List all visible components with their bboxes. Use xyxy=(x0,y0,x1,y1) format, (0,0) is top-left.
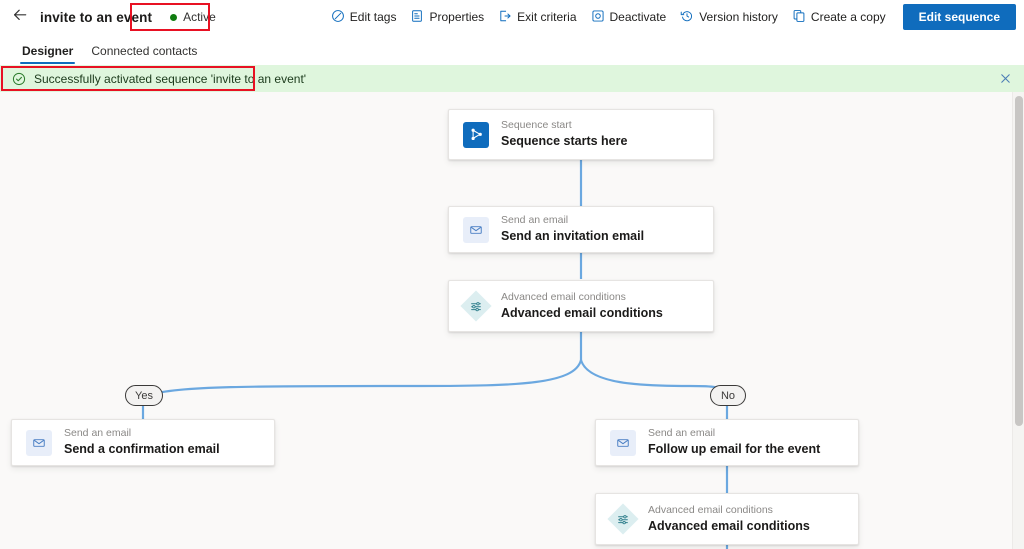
version-history-button[interactable]: Version history xyxy=(673,5,785,30)
email-icon xyxy=(26,429,52,456)
sequence-canvas[interactable]: Sequence start Sequence starts here Send… xyxy=(0,92,1024,549)
history-icon xyxy=(680,9,694,26)
conditions-icon xyxy=(607,503,639,535)
tab-connected-contacts[interactable]: Connected contacts xyxy=(83,41,205,64)
sliders-glyph xyxy=(470,300,483,313)
node-text: Advanced email conditions Advanced email… xyxy=(648,504,810,534)
email-icon xyxy=(610,429,636,456)
status-label: Active xyxy=(183,10,216,24)
node-subtitle: Advanced email conditions xyxy=(501,290,626,303)
node-title: Send an invitation email xyxy=(501,229,645,244)
node-subtitle: Send an email xyxy=(648,427,716,440)
exit-criteria-label: Exit criteria xyxy=(517,10,577,24)
node-icon-wrapper xyxy=(610,429,636,456)
node-icon-wrapper xyxy=(460,290,492,322)
exit-icon xyxy=(498,9,512,26)
sequence-designer-page: invite to an event Active Edit tags Prop… xyxy=(0,0,1024,549)
node-advanced-email-conditions-2[interactable]: Advanced email conditions Advanced email… xyxy=(595,493,859,545)
vertical-scrollbar[interactable] xyxy=(1012,92,1024,549)
notification-bar: Successfully activated sequence 'invite … xyxy=(0,65,1024,92)
node-subtitle: Sequence start xyxy=(501,119,572,132)
edit-tags-button[interactable]: Edit tags xyxy=(324,5,404,30)
node-subtitle: Send an email xyxy=(501,214,569,227)
notification-message: Successfully activated sequence 'invite … xyxy=(34,71,307,86)
deactivate-button[interactable]: Deactivate xyxy=(584,5,674,30)
close-icon[interactable] xyxy=(996,70,1014,88)
node-title: Send a confirmation email xyxy=(64,442,220,457)
back-button[interactable] xyxy=(4,1,36,33)
sliders-glyph xyxy=(617,513,630,526)
status-badge: Active xyxy=(166,8,220,26)
node-sequence-start[interactable]: Sequence start Sequence starts here xyxy=(448,109,714,160)
branch-label-yes[interactable]: Yes xyxy=(125,385,163,406)
command-bar: invite to an event Active Edit tags Prop… xyxy=(0,0,1024,34)
tag-icon xyxy=(331,9,345,26)
properties-label: Properties xyxy=(429,10,485,24)
node-subtitle: Advanced email conditions xyxy=(648,503,773,516)
node-follow-up-email[interactable]: Send an email Follow up email for the ev… xyxy=(595,419,859,466)
create-a-copy-button[interactable]: Create a copy xyxy=(785,5,893,30)
node-title: Follow up email for the event xyxy=(648,442,821,457)
edit-tags-label: Edit tags xyxy=(349,10,397,24)
node-text: Advanced email conditions Advanced email… xyxy=(501,291,663,321)
copy-icon xyxy=(792,9,806,26)
exit-criteria-button[interactable]: Exit criteria xyxy=(491,5,583,30)
properties-button[interactable]: Properties xyxy=(403,5,491,30)
node-advanced-email-conditions-1[interactable]: Advanced email conditions Advanced email… xyxy=(448,280,714,332)
node-icon-wrapper xyxy=(463,216,489,243)
command-bar-actions: Edit tags Properties Exit criteria Deact… xyxy=(324,4,1024,30)
properties-icon xyxy=(410,9,424,26)
node-text: Send an email Send an invitation email xyxy=(501,214,644,244)
page-title: invite to an event xyxy=(40,9,153,25)
sequence-start-icon xyxy=(463,121,489,148)
tab-designer[interactable]: Designer xyxy=(14,41,81,64)
branch-label-no[interactable]: No xyxy=(710,385,746,406)
node-icon-wrapper xyxy=(463,121,489,148)
status-dot-icon xyxy=(170,13,178,21)
node-text: Send an email Follow up email for the ev… xyxy=(648,427,820,457)
node-title: Sequence starts here xyxy=(501,134,628,149)
version-history-label: Version history xyxy=(699,10,778,24)
tab-bar: Designer Connected contacts xyxy=(0,34,1024,64)
deactivate-label: Deactivate xyxy=(609,10,667,24)
node-subtitle: Send an email xyxy=(64,427,132,440)
edit-sequence-button[interactable]: Edit sequence xyxy=(902,4,1016,30)
node-icon-wrapper xyxy=(607,503,639,535)
arrow-left-icon xyxy=(12,7,28,28)
deactivate-icon xyxy=(591,9,605,26)
node-send-invitation-email[interactable]: Send an email Send an invitation email xyxy=(448,206,714,253)
create-a-copy-label: Create a copy xyxy=(810,10,886,24)
conditions-icon xyxy=(460,290,492,322)
node-title: Advanced email conditions xyxy=(501,305,663,320)
node-text: Send an email Send a confirmation email xyxy=(64,427,220,457)
email-icon xyxy=(463,216,489,243)
node-text: Sequence start Sequence starts here xyxy=(501,119,627,149)
node-send-confirmation-email[interactable]: Send an email Send a confirmation email xyxy=(11,419,275,466)
node-icon-wrapper xyxy=(26,429,52,456)
node-title: Advanced email conditions xyxy=(648,518,810,533)
scrollbar-thumb[interactable] xyxy=(1015,96,1023,426)
success-check-icon xyxy=(12,72,26,86)
